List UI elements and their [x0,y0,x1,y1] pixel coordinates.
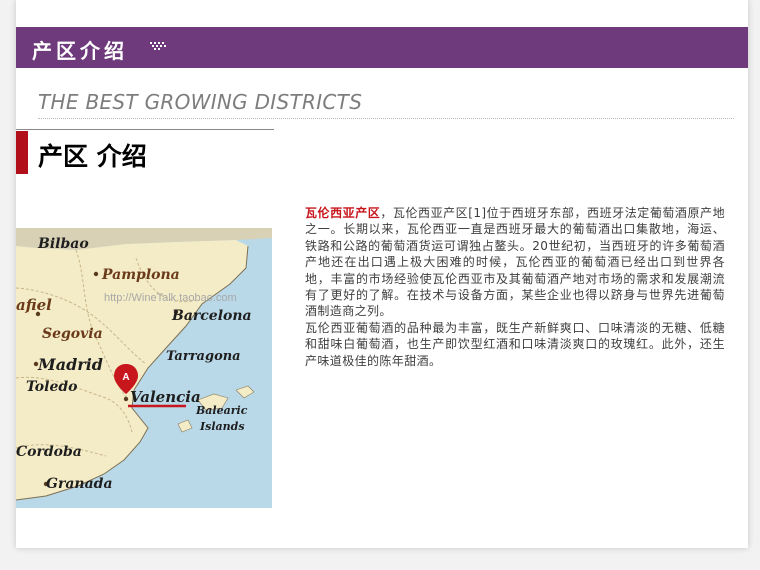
title-marker [16,131,28,174]
label-madrid: Madrid [37,355,103,374]
label-cordoba: Cordoba [16,444,82,460]
label-pamplona: Pamplona [101,267,180,283]
label-islands: Islands [199,420,245,433]
article-body: 瓦伦西亚产区，瓦伦西亚产区[1]位于西班牙东部，西班牙法定葡萄酒原产地之一。长期… [305,205,725,369]
banner-title: 产区介绍 [32,39,128,63]
label-valencia: Valencia [130,388,201,406]
article-paragraph-1-text: ，瓦伦西亚产区[1]位于西班牙东部，西班牙法定葡萄酒原产地之一。长期以来，瓦伦西… [305,206,725,319]
label-balearic: Balearic [195,404,248,417]
section-title: 产区 介绍 [38,142,147,171]
label-segovia: Segovia [42,326,103,342]
article-paragraph-1: 瓦伦西亚产区，瓦伦西亚产区[1]位于西班牙东部，西班牙法定葡萄酒原产地之一。长期… [305,205,725,320]
english-subtitle: THE BEST GROWING DISTRICTS [38,90,363,114]
article-lead: 瓦伦西亚产区 [305,206,381,220]
dots-ornament-icon [150,42,166,50]
map-watermark: http://WineTalk.taobao.com [104,292,237,304]
title-rule [16,129,274,130]
label-toledo: Toledo [26,379,78,395]
label-tarragona: Tarragona [166,349,241,364]
label-granada: Granada [46,476,113,492]
label-barcelona: Barcelona [171,308,252,324]
content-card: 产区介绍 THE BEST GROWING DISTRICTS 产区 介绍 A … [16,0,748,548]
header-banner: 产区介绍 [16,27,748,68]
spain-map: A Bilbao Pamplona afiel Segovia Barcelon… [16,228,272,508]
label-afiel: afiel [16,296,52,314]
map-pin-label: A [122,372,129,383]
label-bilbao: Bilbao [37,236,89,252]
subtitle-divider [38,118,734,119]
article-paragraph-2: 瓦伦西亚葡萄酒的品种最为丰富，既生产新鲜爽口、口味清淡的无糖、低糖和甜味白葡萄酒… [305,320,725,368]
